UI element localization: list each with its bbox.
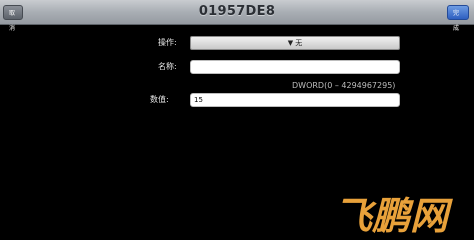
navigation-bar: 取消 01957DE8 完成: [0, 0, 474, 32]
numeric-value-label: 数值:: [150, 95, 169, 104]
watermark-text: 飞鹏网: [334, 194, 453, 235]
page-title: 01957DE8: [198, 4, 276, 19]
operation-select[interactable]: ▼ 无: [190, 36, 400, 50]
operation-label: 操作:: [158, 38, 177, 47]
value-type-hint: DWORD(0 – 4294967295): [292, 81, 396, 90]
done-button[interactable]: 完成: [447, 5, 469, 32]
name-field[interactable]: [190, 60, 400, 74]
site-watermark-logo: 飞鹏网: [318, 193, 464, 238]
name-label: 名称:: [158, 62, 177, 71]
numeric-value-field[interactable]: 15: [190, 93, 400, 107]
